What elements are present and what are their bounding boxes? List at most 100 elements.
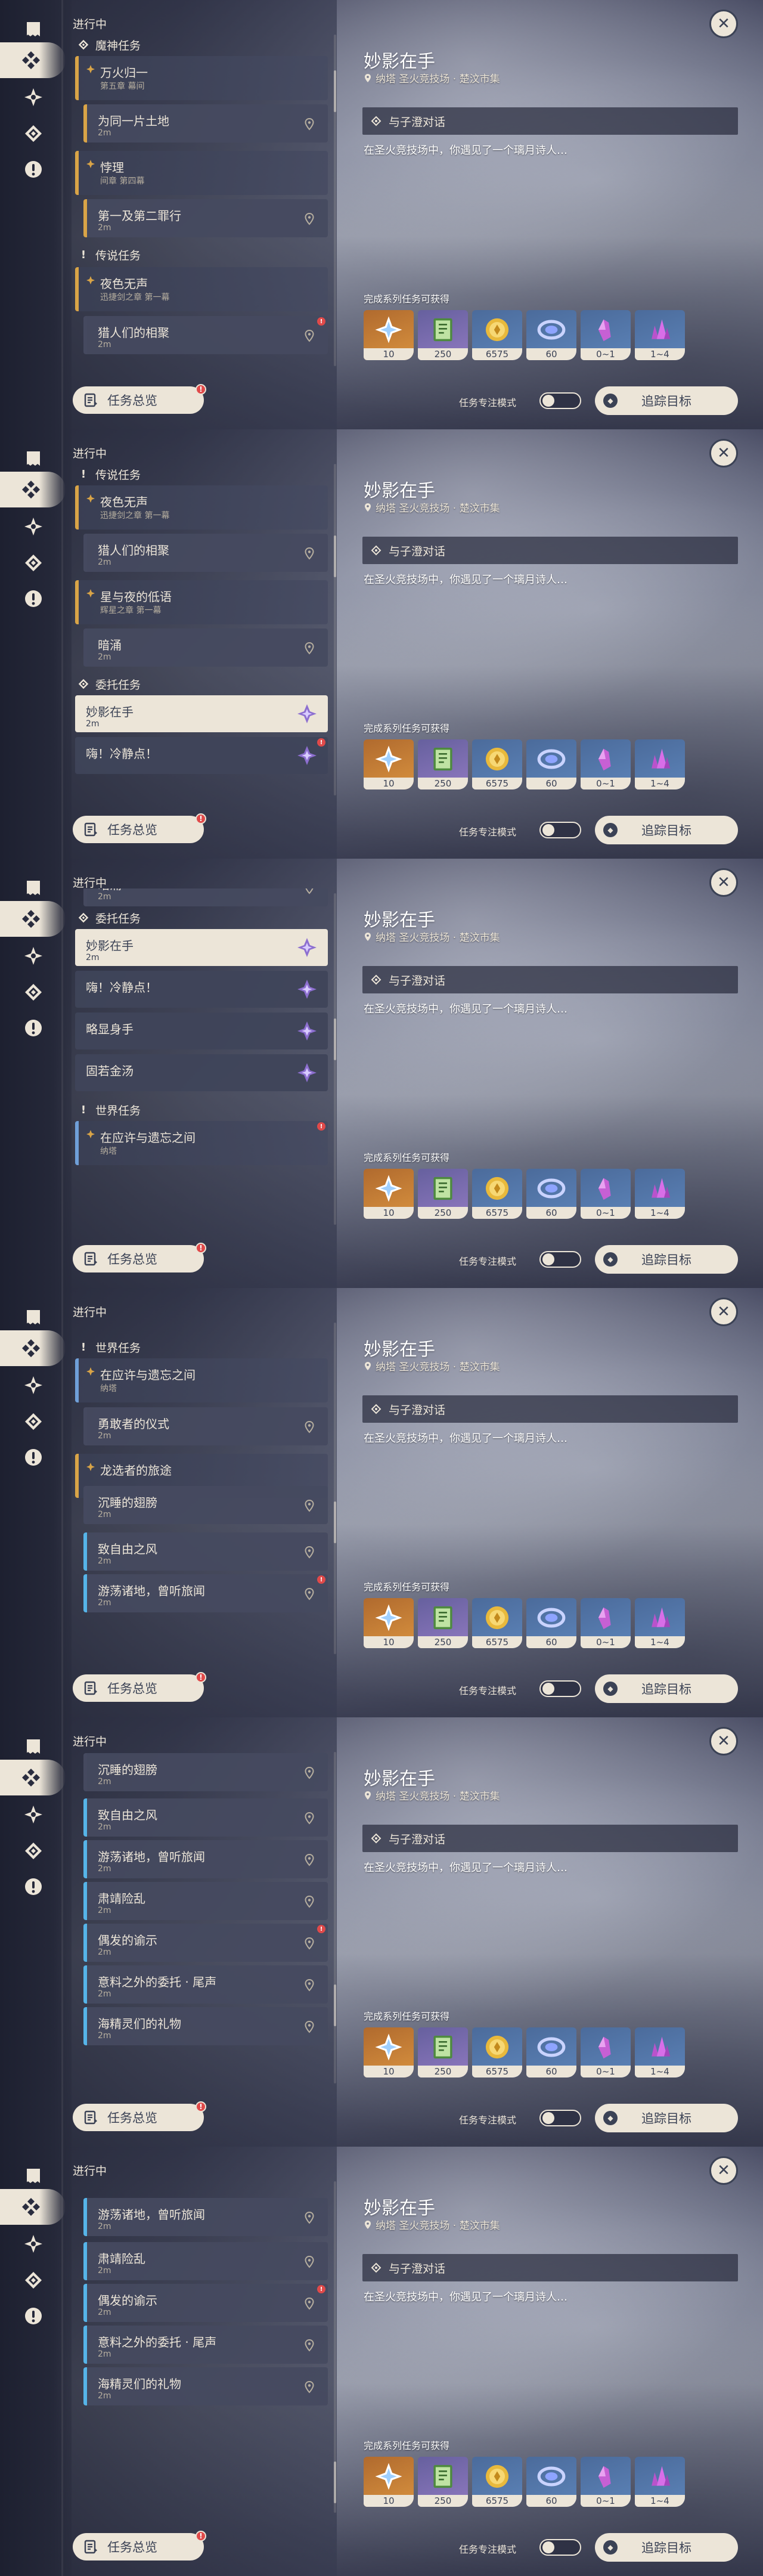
- map-pin-icon[interactable]: [304, 2020, 315, 2033]
- track-objective-button[interactable]: ◆ 追踪目标: [595, 386, 738, 415]
- rail-all-quests-button[interactable]: [0, 42, 66, 78]
- rail-all-quests-button[interactable]: [0, 2189, 66, 2225]
- reward-item[interactable]: 6575: [472, 1598, 522, 1648]
- list-scrollbar[interactable]: [334, 464, 336, 795]
- reward-item[interactable]: 60: [526, 2027, 576, 2077]
- map-pin-icon[interactable]: [304, 1812, 315, 1825]
- quest-list[interactable]: ! 传说任务 夜色无声 迅捷剑之章 第一幕 猎人们的相聚 2m 星与夜的低语 辉星之章 第一幕…: [72, 459, 337, 799]
- map-pin-icon[interactable]: [304, 2380, 315, 2394]
- map-pin-icon[interactable]: [304, 329, 315, 342]
- quest-overview-button[interactable]: 任务总览!: [73, 2101, 206, 2131]
- scrollbar-thumb[interactable]: [334, 1501, 336, 1543]
- quest-item[interactable]: 为同一片土地 2m: [83, 104, 328, 143]
- rail-alert-quest-button[interactable]: [15, 581, 51, 617]
- quest-series-item[interactable]: 夜色无声 迅捷剑之章 第一幕: [75, 267, 328, 311]
- reward-item[interactable]: 0~1: [581, 1598, 631, 1648]
- focus-mode-toggle[interactable]: [539, 1680, 581, 1697]
- map-pin-icon[interactable]: [304, 2297, 315, 2310]
- rail-all-quests-button[interactable]: [0, 901, 66, 937]
- rail-archon-quest-button[interactable]: [15, 509, 51, 544]
- quest-overview-button[interactable]: 任务总览!: [73, 2531, 206, 2560]
- reward-item[interactable]: 250: [418, 1598, 468, 1648]
- rail-world-quest-button[interactable]: [15, 2262, 51, 2298]
- reward-item[interactable]: 0~1: [581, 2457, 631, 2507]
- quest-item[interactable]: 海精灵们的礼物 2m: [83, 2367, 328, 2405]
- map-pin-icon[interactable]: [304, 1895, 315, 1908]
- quest-list[interactable]: 魔神任务 万火归一 第五章 幕间 为同一片土地 2m 悖理 间章 第四幕 第一及第二罪行 2m!…: [72, 30, 337, 370]
- track-objective-button[interactable]: ◆ 追踪目标: [595, 2533, 738, 2562]
- focus-mode-toggle[interactable]: [539, 822, 581, 838]
- map-pin-icon[interactable]: [304, 1499, 315, 1512]
- reward-item[interactable]: 6575: [472, 739, 522, 789]
- quest-overview-button[interactable]: 任务总览!: [73, 813, 206, 843]
- quest-item[interactable]: 偶发的谕示 2m!: [83, 1924, 328, 1962]
- rail-alert-quest-button[interactable]: [15, 2298, 51, 2334]
- reward-item[interactable]: 250: [418, 2457, 468, 2507]
- list-scrollbar[interactable]: [334, 1752, 336, 2083]
- quest-item[interactable]: 致自由之风 2m: [83, 1798, 328, 1837]
- close-button[interactable]: ✕: [709, 439, 738, 467]
- track-objective-button[interactable]: ◆ 追踪目标: [595, 2104, 738, 2132]
- close-button[interactable]: ✕: [709, 10, 738, 38]
- quest-item[interactable]: 游荡诸地，曾听旅闻 2m: [83, 1840, 328, 1878]
- rail-alert-quest-button[interactable]: [15, 1010, 51, 1046]
- quest-series-item[interactable]: 夜色无声 迅捷剑之章 第一幕: [75, 485, 328, 530]
- quest-overview-button[interactable]: 任务总览!: [73, 384, 206, 414]
- rail-all-quests-button[interactable]: [0, 1760, 66, 1795]
- reward-item[interactable]: 10: [364, 1169, 414, 1219]
- reward-item[interactable]: 60: [526, 2457, 576, 2507]
- track-objective-button[interactable]: ◆ 追踪目标: [595, 1674, 738, 1703]
- reward-item[interactable]: 1~4: [635, 739, 685, 789]
- reward-item[interactable]: 6575: [472, 2027, 522, 2077]
- quest-list[interactable]: 游荡诸地，曾听旅闻 2m 肃靖险乱 2m 偶发的谕示 2m! 意料之外的委托 · 尾声 2m 海…: [72, 2176, 337, 2516]
- quest-item[interactable]: 勇敢者的仪式 2m: [83, 1407, 328, 1445]
- reward-item[interactable]: 10: [364, 739, 414, 789]
- list-scrollbar[interactable]: [334, 2181, 336, 2513]
- map-pin-icon[interactable]: [304, 547, 315, 560]
- close-button[interactable]: ✕: [709, 1298, 738, 1326]
- reward-item[interactable]: 6575: [472, 310, 522, 360]
- quest-list[interactable]: 沉睡的翅膀 2m 致自由之风 2m 游荡诸地，曾听旅闻 2m 肃靖险乱 2m 偶发的谕示 2m! 意…: [72, 1747, 337, 2087]
- list-scrollbar[interactable]: [334, 893, 336, 1225]
- rail-world-quest-button[interactable]: [15, 1404, 51, 1439]
- rail-archon-quest-button[interactable]: [15, 2226, 51, 2262]
- reward-item[interactable]: 0~1: [581, 310, 631, 360]
- commission-item[interactable]: 嗨！冷静点！: [75, 971, 328, 1008]
- reward-item[interactable]: 0~1: [581, 739, 631, 789]
- rail-archon-quest-button[interactable]: [15, 1797, 51, 1832]
- quest-item[interactable]: 猎人们的相聚 2m: [83, 534, 328, 572]
- focus-mode-toggle[interactable]: [539, 1251, 581, 1268]
- map-pin-icon[interactable]: [304, 1979, 315, 1992]
- quest-series-item[interactable]: 星与夜的低语 辉星之章 第一幕: [75, 580, 328, 624]
- scrollbar-thumb[interactable]: [334, 2462, 336, 2503]
- reward-item[interactable]: 0~1: [581, 2027, 631, 2077]
- quest-item[interactable]: 游荡诸地，曾听旅闻 2m: [83, 2198, 328, 2236]
- rail-alert-quest-button[interactable]: [15, 1439, 51, 1475]
- quest-item[interactable]: 致自由之风 2m: [83, 1532, 328, 1571]
- quest-item[interactable]: 猎人们的相聚 2m!: [83, 316, 328, 354]
- reward-item[interactable]: 0~1: [581, 1169, 631, 1219]
- quest-list[interactable]: ! 世界任务 在应许与遗忘之间 纳塔 勇敢者的仪式 2m 龙选者的旅途 沉睡的翅膀 2m 致自由之…: [72, 1318, 337, 1658]
- map-pin-icon[interactable]: [304, 1766, 315, 1779]
- quest-overview-button[interactable]: 任务总览!: [73, 1243, 206, 1272]
- reward-item[interactable]: 1~4: [635, 2457, 685, 2507]
- map-pin-icon[interactable]: [304, 2255, 315, 2268]
- map-pin-icon[interactable]: [304, 888, 315, 894]
- focus-mode-toggle[interactable]: [539, 2539, 581, 2556]
- quest-item[interactable]: 第一及第二罪行 2m: [83, 199, 328, 237]
- track-objective-button[interactable]: ◆ 追踪目标: [595, 816, 738, 844]
- reward-item[interactable]: 250: [418, 1169, 468, 1219]
- quest-item[interactable]: 沉睡的翅膀 2m: [83, 1753, 328, 1791]
- commission-item[interactable]: 嗨！冷静点！!: [75, 737, 328, 774]
- list-scrollbar[interactable]: [334, 1323, 336, 1654]
- reward-item[interactable]: 250: [418, 310, 468, 360]
- map-pin-icon[interactable]: [304, 1587, 315, 1600]
- quest-item[interactable]: 意料之外的委托 · 尾声 2m: [83, 1965, 328, 2004]
- commission-item[interactable]: 妙影在手 2m: [75, 695, 328, 732]
- map-pin-icon[interactable]: [304, 642, 315, 655]
- quest-series-item[interactable]: 在应许与遗忘之间 纳塔!: [75, 1121, 328, 1165]
- rail-all-quests-button[interactable]: [0, 1330, 66, 1366]
- close-button[interactable]: ✕: [709, 868, 738, 897]
- quest-list[interactable]: 暗涌2m委托任务妙影在手2m嗨！冷静点！略显身手固若金汤!世界任务在应许与遗忘之…: [72, 888, 337, 1228]
- scrollbar-thumb[interactable]: [334, 535, 336, 577]
